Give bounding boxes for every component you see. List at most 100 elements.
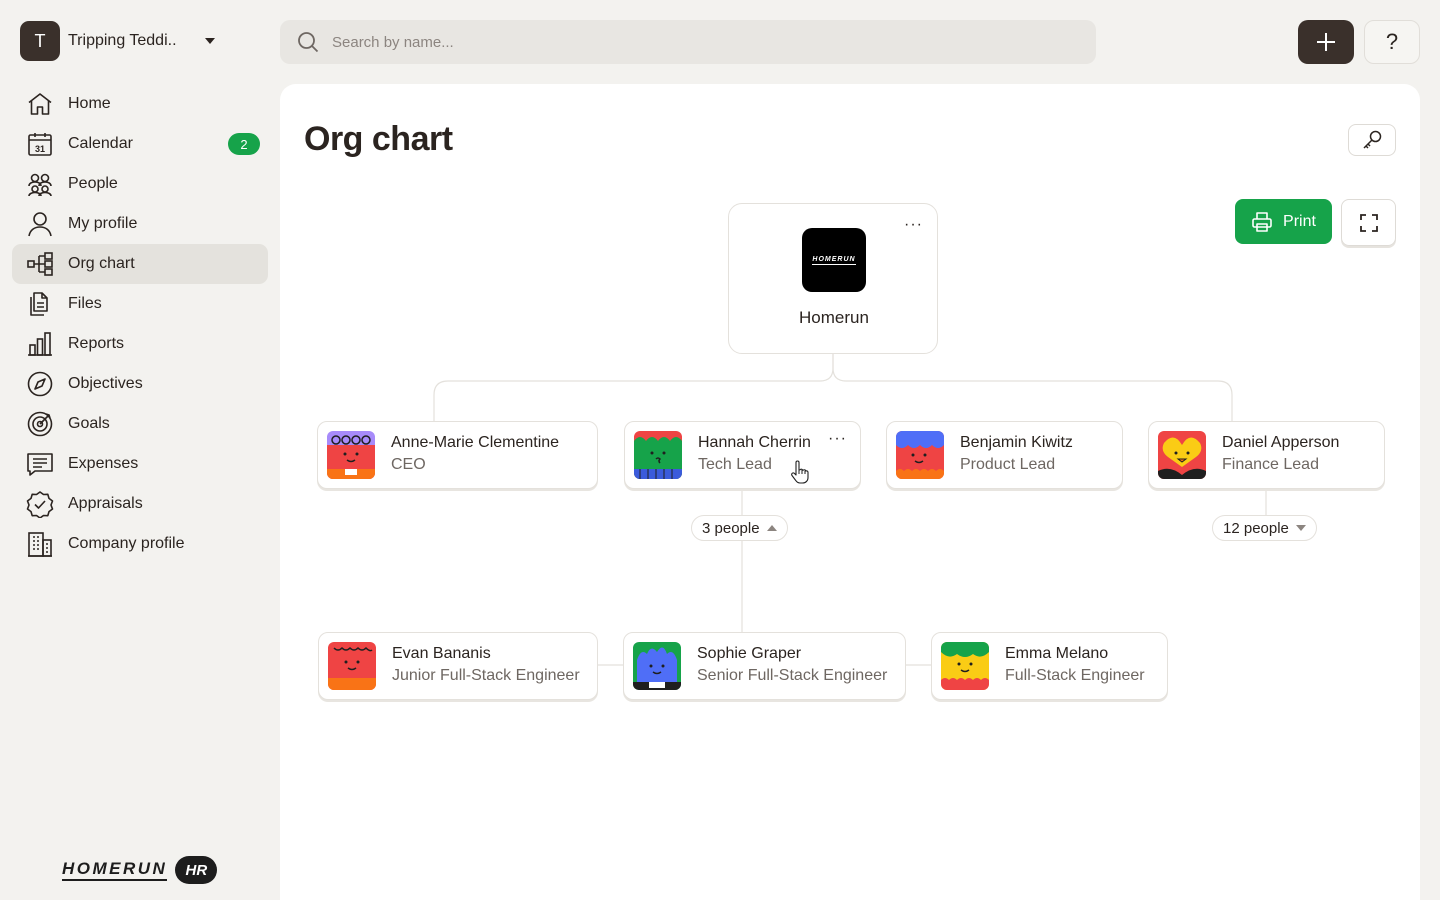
search-icon [298,32,319,53]
avatar [327,431,375,479]
search-input[interactable] [332,33,1032,51]
sidebar-item-label: People [68,175,118,192]
add-button[interactable] [1298,20,1354,64]
org-chart-icon [27,252,53,276]
receipt-icon [27,453,53,476]
sidebar-item-label: Company profile [68,535,185,552]
person-card-benjamin[interactable]: Benjamin Kiwitz Product Lead [886,421,1123,489]
sidebar-item-label: My profile [68,215,138,232]
sidebar-item-objectives[interactable]: Objectives [12,364,268,404]
avatar [633,642,681,690]
workspace-name: Tripping Teddi.. [68,32,177,49]
sidebar-item-reports[interactable]: Reports [12,324,268,364]
avatar [634,431,682,479]
avatar [941,642,989,690]
person-role: Product Lead [960,456,1056,473]
plus-icon [1317,33,1335,51]
person-role: CEO [391,456,426,473]
avatar [896,431,944,479]
more-options-icon[interactable]: ··· [904,216,923,234]
building-icon [28,532,52,557]
person-role: Junior Full-Stack Engineer [392,667,580,684]
sidebar-item-label: Reports [68,335,125,352]
person-name: Anne-Marie Clementine [391,434,560,451]
person-role: Full-Stack Engineer [1005,667,1145,684]
svg-text:31: 31 [35,144,45,154]
page-title: Org chart [304,120,453,158]
print-button[interactable]: Print [1235,199,1332,244]
caret-up-icon [766,525,777,531]
direct-reports-toggle-daniel[interactable]: 12 people [1212,515,1317,541]
sidebar-item-org-chart[interactable]: Org chart [12,244,268,284]
direct-reports-count: 3 people [702,519,760,537]
files-icon [30,292,48,316]
org-root-card[interactable]: HOMERUN Homerun ··· [728,203,938,354]
person-card-sophie[interactable]: Sophie Graper Senior Full-Stack Engineer [623,632,906,700]
person-name: Hannah Cherrin [698,434,811,451]
bar-chart-icon [28,332,52,356]
expand-icon [1359,213,1378,232]
target-icon [27,411,53,437]
workspace-avatar: T [20,21,60,61]
sidebar-item-label: Files [68,295,102,312]
sidebar-item-label: Goals [68,415,110,432]
print-label: Print [1283,212,1316,230]
person-name: Daniel Apperson [1222,434,1340,451]
more-options-icon[interactable]: ··· [828,430,847,448]
sidebar-item-calendar[interactable]: 31 Calendar 2 [12,124,268,164]
hand-cursor-icon [791,460,809,484]
sidebar-item-files[interactable]: Files [12,284,268,324]
person-role: Senior Full-Stack Engineer [697,667,888,684]
sidebar-item-home[interactable]: Home [12,84,268,124]
sidebar-item-label: Home [68,95,111,112]
sidebar-item-goals[interactable]: Goals [12,404,268,444]
caret-down-icon [1295,525,1306,531]
calendar-icon: 31 [28,133,52,156]
user-icon [28,212,52,237]
person-card-anne-marie[interactable]: Anne-Marie Clementine CEO [317,421,598,489]
person-name: Benjamin Kiwitz [960,434,1073,451]
company-name: Homerun [799,308,869,327]
key-icon [1363,130,1382,149]
compass-icon [27,371,53,397]
person-card-emma[interactable]: Emma Melano Full-Stack Engineer [931,632,1168,700]
main-panel: Org chart Print HOMERUN Homerun ··· Anne… [280,84,1420,900]
sidebar-nav: Home 31 Calendar 2 People My profile Org… [12,84,268,564]
fullscreen-button[interactable] [1341,199,1396,246]
homerun-hr-logo: HOMERUN HR [62,856,218,884]
person-name: Emma Melano [1005,645,1109,662]
sidebar-item-label: Objectives [68,375,143,392]
sidebar-item-label: Expenses [68,455,139,472]
direct-reports-toggle-hannah[interactable]: 3 people [691,515,788,541]
sidebar-item-my-profile[interactable]: My profile [12,204,268,244]
sidebar-item-label: Org chart [68,255,135,272]
brand-wordmark: HOMERUN [62,859,168,881]
permissions-button[interactable] [1348,124,1396,156]
sidebar-item-company-profile[interactable]: Company profile [12,524,268,564]
avatar [328,642,376,690]
home-icon [28,93,52,115]
badge-check-icon [26,491,54,518]
sidebar-item-label: Appraisals [68,495,143,512]
sidebar-item-appraisals[interactable]: Appraisals [12,484,268,524]
person-name: Evan Bananis [392,645,491,662]
workspace-selector[interactable]: T Tripping Teddi.. [20,20,230,62]
sidebar-item-people[interactable]: People [12,164,268,204]
person-card-daniel[interactable]: Daniel Apperson Finance Lead [1148,421,1385,489]
search-bar [280,20,1096,64]
calendar-count-badge: 2 [228,133,260,155]
avatar [1158,431,1206,479]
sidebar-item-label: Calendar [68,135,133,152]
person-card-hannah[interactable]: Hannah Cherrin Tech Lead ··· [624,421,861,489]
person-card-evan[interactable]: Evan Bananis Junior Full-Stack Engineer [318,632,598,700]
sidebar-item-expenses[interactable]: Expenses [12,444,268,484]
person-role: Finance Lead [1222,456,1319,473]
brand-hr-badge: HR [175,856,218,884]
person-role: Tech Lead [698,456,772,473]
company-logo: HOMERUN [802,228,866,292]
printer-icon [1252,211,1272,232]
person-name: Sophie Graper [697,645,802,662]
help-button[interactable]: ? [1364,20,1420,64]
people-icon [28,173,52,197]
caret-down-icon [205,38,215,44]
